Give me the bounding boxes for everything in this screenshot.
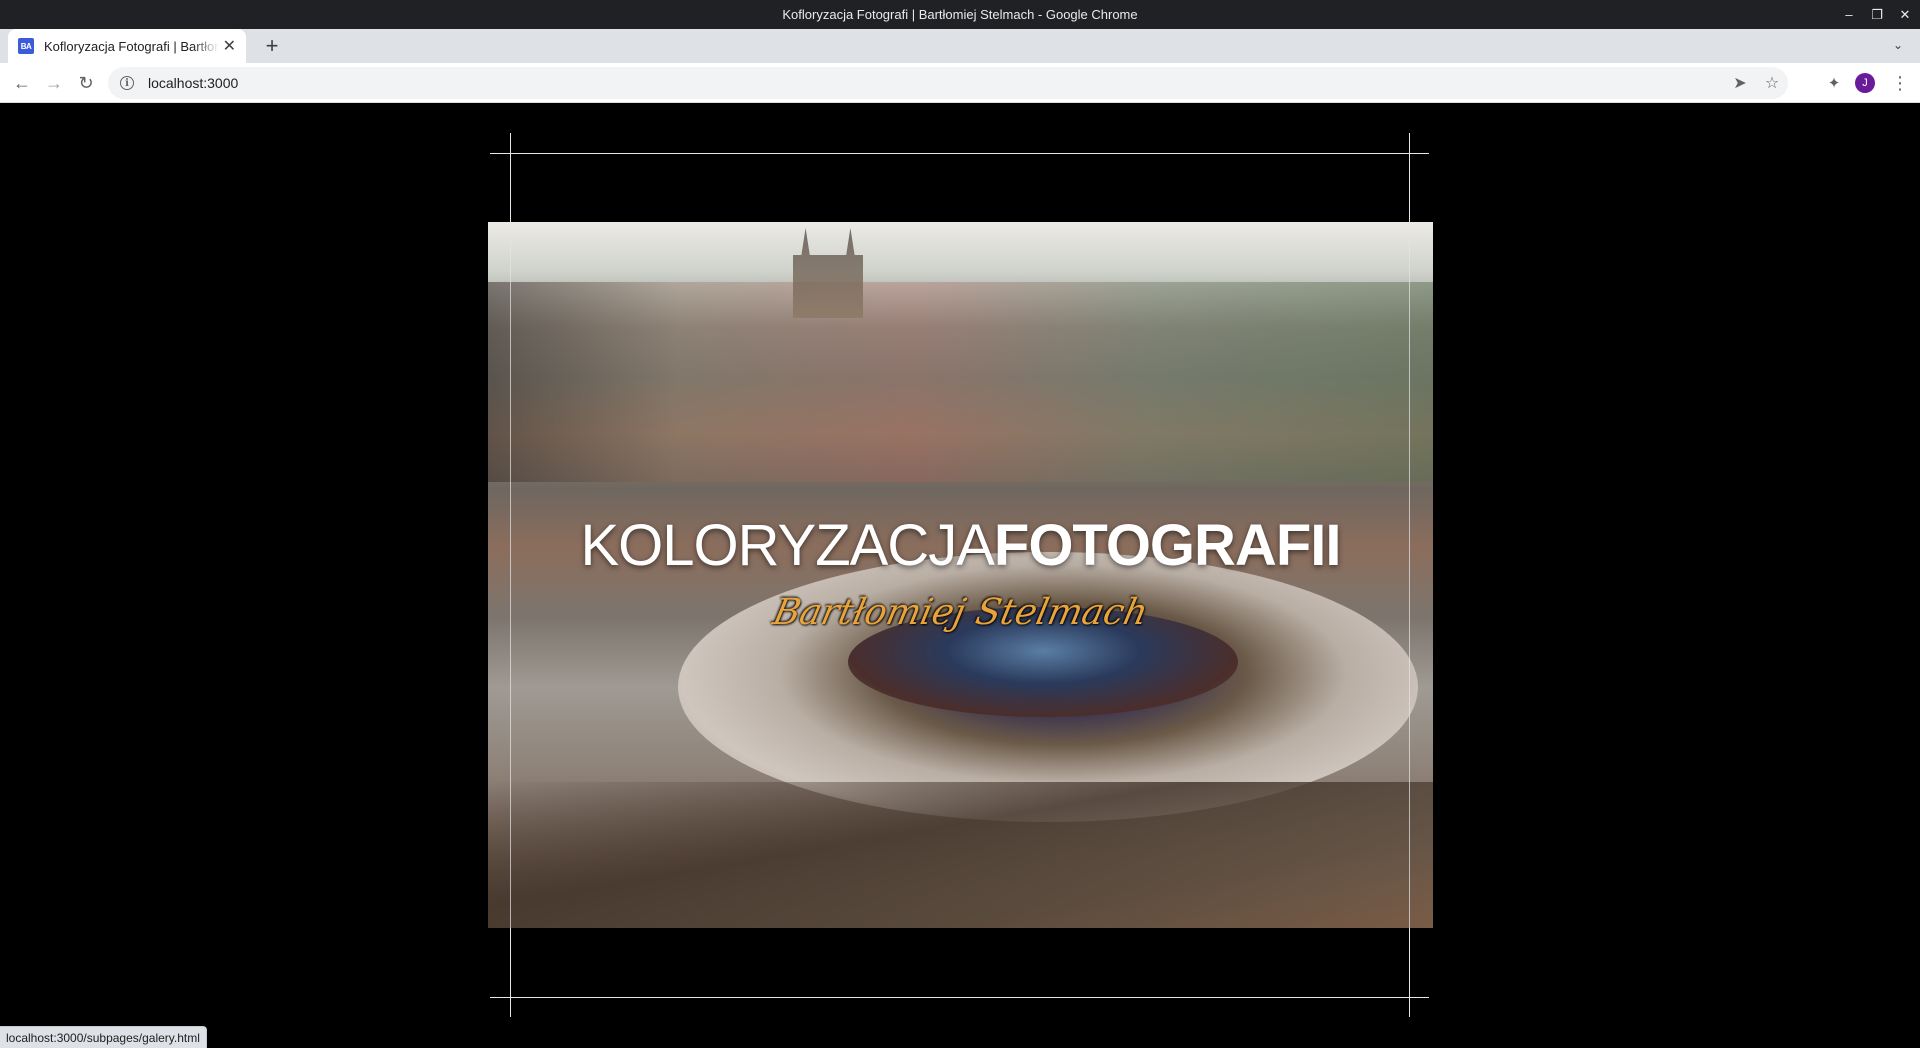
reload-button[interactable]: ↻ [74,71,98,95]
send-tab-icon[interactable]: ➤ [1724,73,1756,93]
page-viewport: KOLORYZACJAFOTOGRAFII Bartłomiej Stelmac… [0,103,1920,1048]
hero-title-light: KOLORYZACJA [580,513,995,578]
chrome-menu-icon[interactable]: ⋮ [1888,71,1912,95]
tab-search-icon[interactable]: ⌄ [1888,35,1908,55]
window-controls: – ❐ ✕ [1842,0,1912,29]
back-button[interactable]: ← [10,71,34,95]
close-window-icon[interactable]: ✕ [1898,7,1912,23]
window-titlebar: Kofloryzacja Fotografi | Bartłomiej Stel… [0,0,1920,29]
address-bar[interactable]: i localhost:3000 ➤ ☆ [108,67,1788,99]
tab-close-icon[interactable]: ✕ [223,36,236,56]
hero-title: KOLORYZACJAFOTOGRAFII [488,512,1433,579]
bookmark-star-icon[interactable]: ☆ [1756,73,1788,93]
browser-tab[interactable]: BA Kofloryzacja Fotografi | Bartłomiej S… [8,29,246,63]
window-title: Kofloryzacja Fotografi | Bartłomiej Stel… [782,7,1138,22]
frame-line-right-overlay [1409,222,1410,928]
address-bar-actions: ➤ ☆ [1724,67,1788,99]
photo-foreground-beams [488,782,1433,928]
hero-photo[interactable]: KOLORYZACJAFOTOGRAFII Bartłomiej Stelmac… [488,222,1433,928]
hero-title-bold: FOTOGRAFII [993,513,1342,578]
new-tab-button[interactable]: + [260,33,284,58]
tab-strip: BA Kofloryzacja Fotografi | Bartłomiej S… [0,29,1920,63]
restore-icon[interactable]: ❐ [1870,7,1884,23]
minimize-icon[interactable]: – [1842,7,1856,22]
tab-title: Kofloryzacja Fotografi | Bartłomiej Stel… [44,38,219,54]
forward-button[interactable]: → [42,71,66,95]
frame-line-left-overlay [510,222,511,928]
url-text[interactable]: localhost:3000 [148,75,238,91]
photo-rooftops [488,282,1433,482]
frame-line-bottom [490,997,1429,998]
extensions-icon[interactable]: ✦ [1822,71,1846,95]
favicon-icon: BA [18,38,34,54]
browser-toolbar: ← → ↻ i localhost:3000 ➤ ☆ ✦ J ⋮ [0,63,1920,103]
photo-church-towers [793,228,863,318]
frame-line-top [490,153,1429,154]
profile-avatar[interactable]: J [1855,73,1875,93]
link-status-bar: localhost:3000/subpages/galery.html [0,1026,207,1048]
hero-signature: Bartłomiej Stelmach [769,592,1152,633]
site-info-icon[interactable]: i [120,76,134,90]
